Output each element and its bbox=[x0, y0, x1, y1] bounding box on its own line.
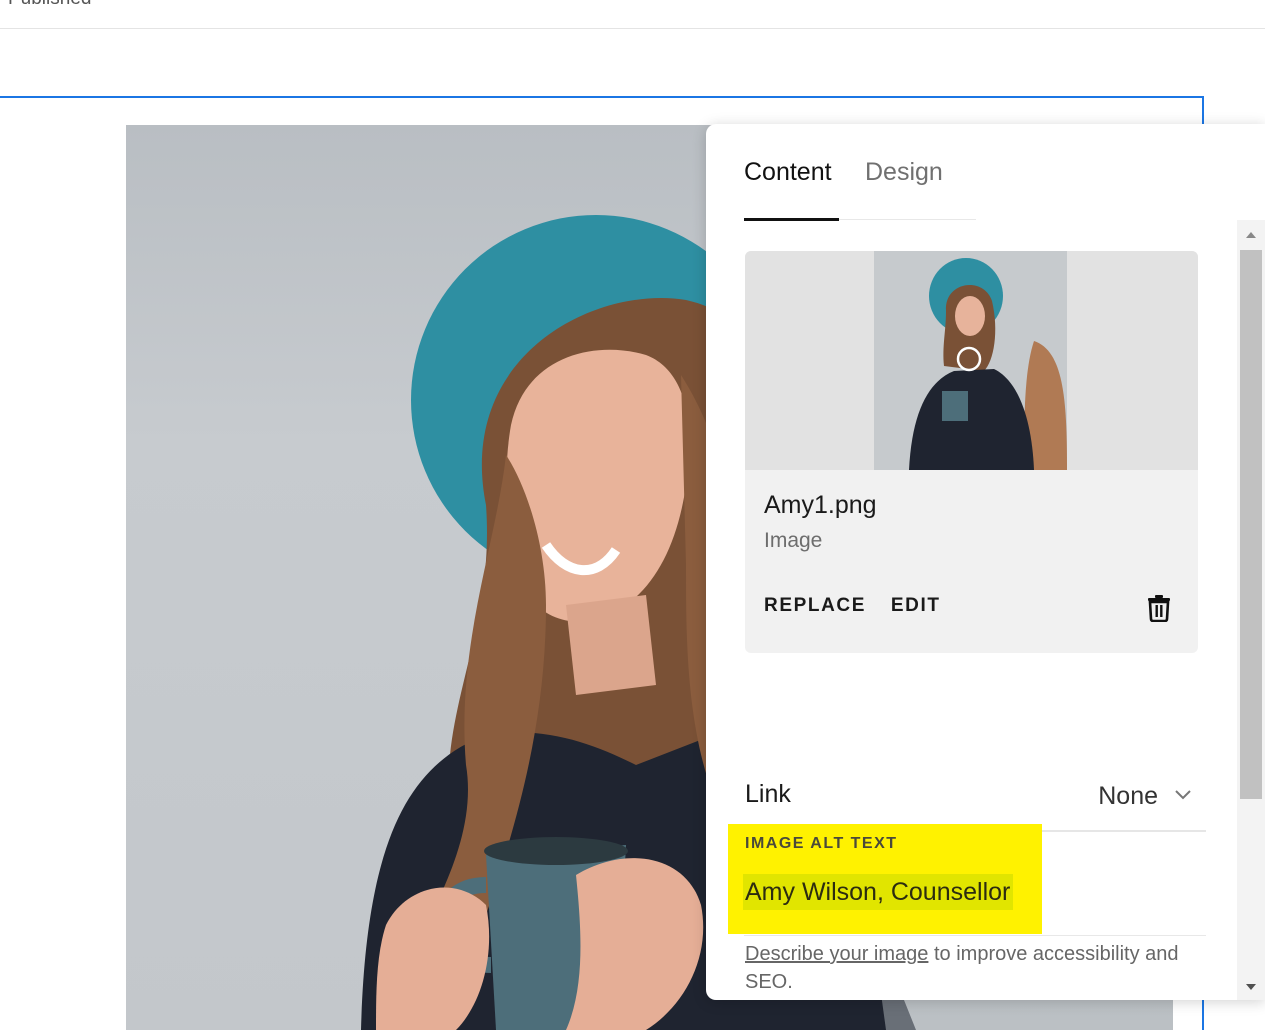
alt-text-input[interactable] bbox=[743, 874, 1013, 910]
panel-tabs: Content Design bbox=[744, 154, 976, 221]
trash-icon[interactable] bbox=[1146, 594, 1172, 622]
panel-scroll-area: Amy1.png Image REPLACE EDIT Link None IM… bbox=[706, 220, 1234, 1000]
tab-design[interactable]: Design bbox=[865, 158, 943, 187]
describe-image-link[interactable]: Describe your image bbox=[745, 943, 928, 965]
thumbnail-photo bbox=[874, 251, 1067, 470]
image-settings-panel: Content Design Amy1.png Image REPLACE ED… bbox=[706, 124, 1265, 1000]
file-actions: REPLACE EDIT bbox=[764, 595, 959, 617]
panel-scrollbar[interactable] bbox=[1237, 220, 1265, 1000]
edit-button[interactable]: EDIT bbox=[891, 595, 941, 616]
image-file-card: Amy1.png Image REPLACE EDIT bbox=[745, 251, 1198, 653]
alt-text-label: IMAGE ALT TEXT bbox=[745, 835, 898, 852]
scroll-down-arrow-icon[interactable] bbox=[1246, 984, 1256, 990]
scroll-thumb[interactable] bbox=[1240, 250, 1262, 799]
alt-text-help: Describe your image to improve accessibi… bbox=[745, 940, 1205, 996]
tab-content[interactable]: Content bbox=[744, 158, 832, 187]
alt-text-divider bbox=[744, 935, 1206, 936]
replace-button[interactable]: REPLACE bbox=[764, 595, 866, 616]
image-thumbnail[interactable] bbox=[874, 251, 1067, 470]
file-type: Image bbox=[764, 529, 823, 552]
file-name: Amy1.png bbox=[764, 491, 877, 519]
top-bar: Published bbox=[0, 0, 1265, 29]
publish-status: Published bbox=[8, 0, 91, 10]
thumbnail-area bbox=[745, 251, 1198, 470]
chevron-down-icon bbox=[1175, 790, 1191, 800]
scroll-up-arrow-icon[interactable] bbox=[1246, 232, 1256, 238]
link-value: None bbox=[1098, 782, 1158, 810]
link-label: Link bbox=[745, 780, 791, 808]
